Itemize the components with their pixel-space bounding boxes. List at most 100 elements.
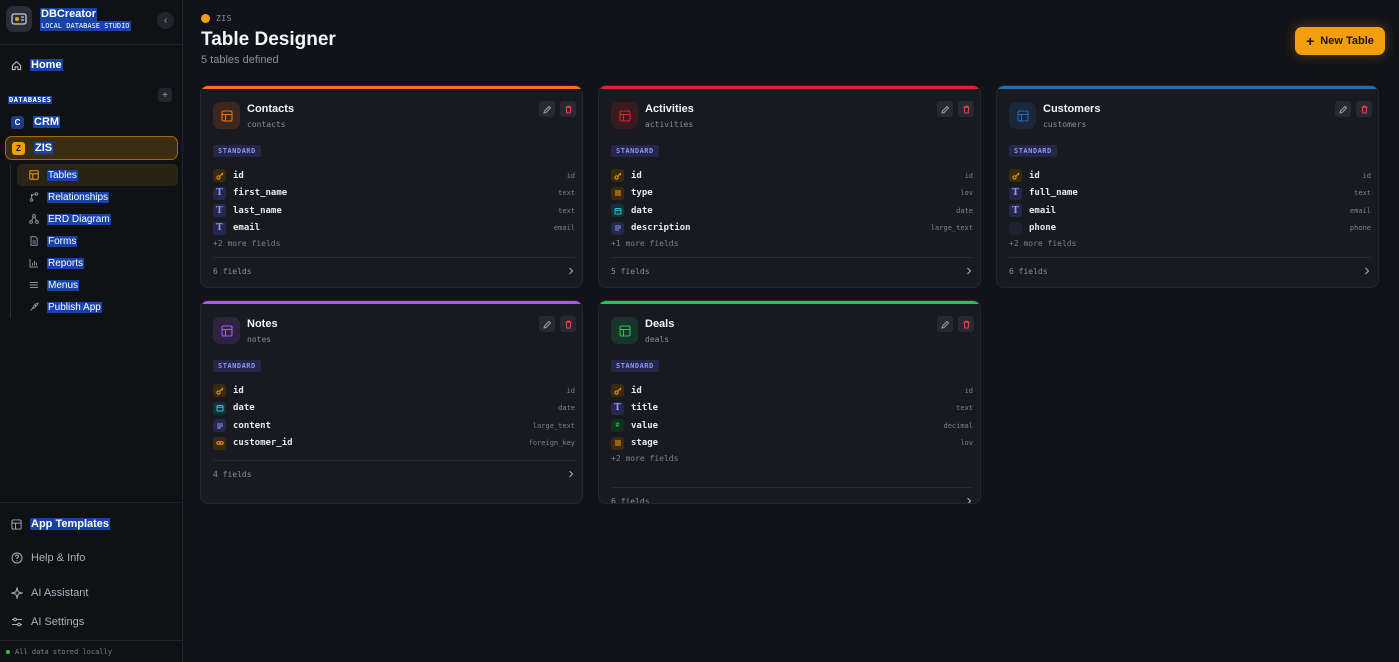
field-row: phone phone (1009, 220, 1371, 238)
sub-nav-forms[interactable]: Forms (17, 230, 178, 252)
table-type-badge: STANDARD (213, 360, 261, 372)
edit-table-button[interactable] (937, 316, 953, 332)
delete-table-button[interactable] (958, 316, 974, 332)
collapse-sidebar-button[interactable]: ‹ (157, 12, 174, 29)
field-name: email (1029, 205, 1057, 216)
calendar-icon (213, 401, 226, 415)
field-row: date date (611, 202, 973, 220)
table-color-bar (997, 86, 1378, 89)
field-type: large_text (532, 421, 575, 430)
table-card-footer[interactable]: 5 fields (611, 257, 973, 284)
field-name: last_name (233, 205, 282, 216)
more-fields-label: +1 more fields (611, 239, 679, 248)
list-icon (611, 436, 624, 450)
chevron-right-icon (967, 497, 972, 503)
field-name: customer_id (233, 438, 293, 449)
field-row: T first_name text (213, 185, 575, 203)
list-icon (611, 186, 624, 200)
sub-nav-menus[interactable]: Menus (17, 274, 178, 296)
field-name: id (233, 385, 244, 396)
chart-icon (29, 259, 38, 268)
storage-status: All data stored locally (0, 640, 183, 662)
table-color-bar (599, 86, 980, 89)
sub-nav-relationships[interactable]: Relationships (17, 186, 178, 208)
trash-icon (565, 105, 571, 113)
field-list: id id date date content large_text custo… (213, 382, 575, 452)
edit-table-button[interactable] (539, 101, 555, 117)
calendar-icon (611, 204, 624, 218)
database-item-zis[interactable]: Z ZIS (5, 136, 178, 160)
field-row: type lov (611, 185, 973, 203)
delete-table-button[interactable] (1356, 101, 1372, 117)
edit-table-button[interactable] (1335, 101, 1351, 117)
sidebar: DBCreator LOCAL DATABASE STUDIO ‹ Home D… (0, 0, 183, 662)
nav-help-info-label: Help & Info (31, 552, 86, 564)
field-name: id (233, 170, 244, 181)
table-card-deals[interactable]: Deals deals STANDARD id id T title text … (598, 300, 981, 504)
field-list: id id T first_name text T last_name text… (213, 167, 575, 248)
field-name: date (631, 205, 653, 216)
table-icon (611, 317, 638, 344)
nav-home[interactable]: Home (5, 54, 178, 76)
nav-ai-assistant[interactable]: AI Assistant (5, 582, 178, 604)
table-slug: activities (645, 120, 694, 129)
table-card-contacts[interactable]: Contacts contacts STANDARD id id T first… (200, 85, 583, 288)
sub-nav-label: Forms (47, 235, 78, 247)
database-badge: C (11, 115, 24, 129)
field-count: 6 fields (1009, 266, 1048, 276)
field-type: text (956, 404, 973, 413)
nav-app-templates[interactable]: App Templates (5, 513, 178, 535)
home-icon (11, 60, 22, 70)
field-row: stage lov (611, 435, 973, 453)
sub-nav-label: Reports (47, 257, 85, 269)
field-count: 6 fields (213, 266, 252, 276)
table-card-footer[interactable]: 6 fields (611, 487, 973, 503)
field-type: lov (960, 439, 973, 448)
help-icon (11, 552, 23, 564)
text-icon: T (213, 221, 226, 235)
field-type: decimal (943, 421, 973, 430)
sub-nav-label: Publish App (47, 301, 102, 313)
field-type: date (956, 206, 973, 215)
pencil-icon (940, 105, 949, 114)
table-name: Deals (645, 318, 675, 330)
sparkle-icon (11, 587, 23, 599)
page-title: Table Designer (201, 29, 336, 50)
table-card-notes[interactable]: Notes notes STANDARD id id date date con… (200, 300, 583, 504)
field-type: id (1362, 171, 1371, 180)
table-card-activities[interactable]: Activities activities STANDARD id id typ… (598, 85, 981, 288)
field-type: email (553, 224, 575, 233)
sub-nav-reports[interactable]: Reports (17, 252, 178, 274)
database-item-crm[interactable]: C CRM (5, 110, 178, 134)
new-table-button[interactable]: + New Table (1295, 27, 1385, 55)
more-fields-label: +2 more fields (1009, 239, 1077, 248)
table-card-customers[interactable]: Customers customers STANDARD id id T ful… (996, 85, 1379, 288)
app-name: DBCreator (40, 8, 98, 21)
table-card-footer[interactable]: 6 fields (213, 257, 575, 284)
table-card-footer[interactable]: 4 fields (213, 460, 575, 487)
add-database-button[interactable]: + (158, 88, 172, 102)
nav-home-label: Home (30, 59, 63, 71)
edit-table-button[interactable] (539, 316, 555, 332)
table-card-footer[interactable]: 6 fields (1009, 257, 1371, 284)
field-name: id (1029, 170, 1040, 181)
sub-nav-tables[interactable]: Tables (17, 164, 178, 186)
template-icon (11, 518, 22, 530)
trash-icon (963, 105, 969, 113)
nav-ai-settings[interactable]: AI Settings (5, 611, 178, 633)
nav-help-info[interactable]: Help & Info (5, 547, 178, 569)
table-color-bar (599, 301, 980, 304)
field-type: email (1349, 206, 1371, 215)
field-name: stage (631, 438, 659, 449)
sub-nav-publish-app[interactable]: Publish App (17, 296, 178, 318)
sub-nav-label: ERD Diagram (47, 213, 111, 225)
trash-icon (963, 320, 969, 328)
sub-nav-erd-diagram[interactable]: ERD Diagram (17, 208, 178, 230)
new-table-label: New Table (1320, 35, 1374, 47)
delete-table-button[interactable] (560, 316, 576, 332)
sliders-icon (12, 617, 22, 627)
delete-table-button[interactable] (560, 101, 576, 117)
edit-table-button[interactable] (937, 101, 953, 117)
delete-table-button[interactable] (958, 101, 974, 117)
field-name: title (631, 403, 659, 414)
